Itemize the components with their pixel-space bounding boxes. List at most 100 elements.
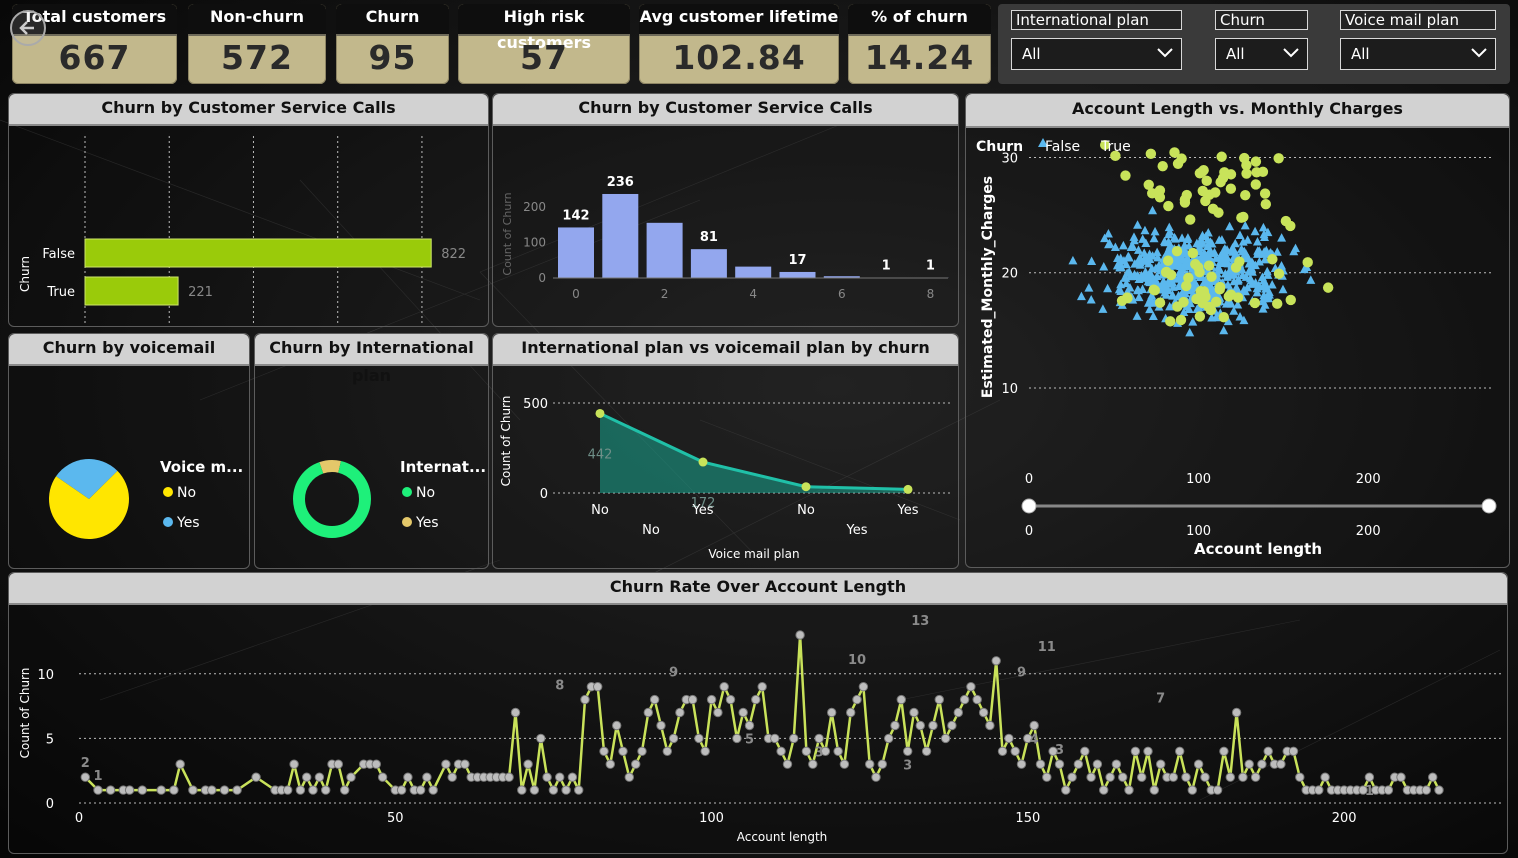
line-point (1175, 746, 1185, 757)
line-point (295, 785, 306, 795)
scatter-point (1302, 257, 1313, 268)
line-point (251, 772, 261, 782)
bar (602, 193, 639, 278)
line-point (169, 785, 179, 795)
line-point (915, 720, 925, 731)
line-point (953, 707, 963, 718)
line-point (795, 630, 805, 640)
line-point (371, 759, 381, 769)
scatter-point (1103, 283, 1113, 293)
line-point (1086, 772, 1096, 782)
line-point (1067, 772, 1077, 782)
back-arrow-icon[interactable] (10, 10, 46, 46)
legend-title: Internat... (400, 458, 486, 476)
scatter-point (1175, 314, 1187, 326)
data-label: 10 (848, 653, 866, 668)
scatter-point (1197, 166, 1208, 177)
slicer-dropdown[interactable]: All (1340, 38, 1496, 70)
line-point (978, 707, 989, 718)
slicer-value: All (1226, 45, 1245, 63)
scatter-point (1086, 294, 1096, 304)
voicemail-pie-chart: Voice m... No Yes (48, 458, 243, 539)
line-point (219, 785, 230, 795)
scatter-point (1162, 255, 1174, 266)
scatter-point (1161, 266, 1172, 278)
intl-donut-chart: Internat... No Yes (293, 458, 486, 538)
line-point (770, 733, 780, 744)
chevron-down-icon (1157, 48, 1173, 58)
line-point (124, 785, 135, 795)
slider-tick-label: 200 (1356, 524, 1381, 539)
line-point (687, 694, 698, 705)
bar (84, 238, 432, 268)
y-tick-label: True (46, 285, 75, 300)
slicer-title: International plan (1011, 10, 1182, 30)
slicer-churn[interactable]: Churn All (1215, 4, 1308, 84)
line-point (346, 772, 356, 782)
area-point (903, 484, 913, 494)
legend-title: Voice m... (160, 458, 243, 476)
legend-label: False (1045, 139, 1080, 155)
line-point (422, 772, 432, 782)
line-point (1130, 746, 1141, 757)
slicer-dropdown[interactable]: All (1011, 38, 1182, 70)
x-tick-label: 2 (661, 287, 669, 301)
area-fill (600, 413, 908, 493)
scatter-point (1280, 215, 1292, 227)
line-point (719, 682, 729, 692)
slicer-international-plan[interactable]: International plan All (1011, 4, 1182, 84)
line-point (1219, 746, 1229, 757)
line-point (808, 759, 818, 769)
data-label: 236 (607, 175, 634, 190)
scatter-point (1277, 233, 1287, 242)
y-tick-label: 100 (523, 235, 546, 249)
kpi-label: Avg customer lifetime (639, 4, 839, 36)
scatter-point (1267, 254, 1278, 265)
scatter-point (1178, 296, 1189, 308)
data-label: 442 (588, 447, 613, 462)
kpi-value: 572 (221, 38, 293, 77)
scatter-point (1230, 238, 1240, 248)
scatter-point (1194, 266, 1205, 278)
legend-marker (163, 517, 173, 527)
line-point (175, 759, 185, 769)
line-point (896, 694, 906, 705)
line-point (871, 772, 881, 782)
x-tick-label: 4 (749, 287, 757, 301)
line-point (321, 785, 331, 795)
scatter-point (1267, 280, 1277, 289)
x-axis-title: Voice mail plan (708, 547, 799, 561)
line-point (928, 720, 938, 731)
slicer-dropdown[interactable]: All (1215, 38, 1308, 70)
line-point (1080, 746, 1090, 757)
line-point (649, 694, 660, 705)
y-tick-label: 30 (1001, 152, 1018, 167)
slicer-voice-mail-plan[interactable]: Voice mail plan All (1340, 4, 1496, 84)
line-point (548, 785, 559, 795)
bar (558, 227, 594, 278)
line-point (308, 785, 318, 795)
range-slider-handle (1481, 498, 1497, 514)
data-label: 1 (93, 769, 102, 784)
scatter-point (1258, 222, 1268, 232)
line-point (333, 759, 343, 769)
line-point (1111, 759, 1122, 769)
line-point (985, 720, 995, 731)
scatter-point (1087, 256, 1097, 266)
scatter-point (1225, 169, 1237, 180)
x-tick-label: 150 (1015, 811, 1040, 826)
scatter-point (1211, 296, 1222, 308)
scatter-point (1225, 183, 1237, 194)
x-tick-label: 200 (1356, 472, 1381, 487)
panel-vbar: Churn by Customer Service Calls 0 100 200 1… (492, 93, 959, 327)
line-point (757, 682, 767, 692)
line-point (1383, 785, 1394, 795)
kpi-avg-lifetime: Avg customer lifetime 102.84 (639, 4, 839, 84)
legend-label: No (177, 485, 196, 501)
line-point (789, 733, 799, 744)
y-tick-label: 200 (523, 200, 546, 214)
line-point (1212, 785, 1223, 795)
data-label: 81 (700, 230, 718, 245)
scatter-point (1099, 261, 1109, 271)
line-point (580, 694, 590, 705)
